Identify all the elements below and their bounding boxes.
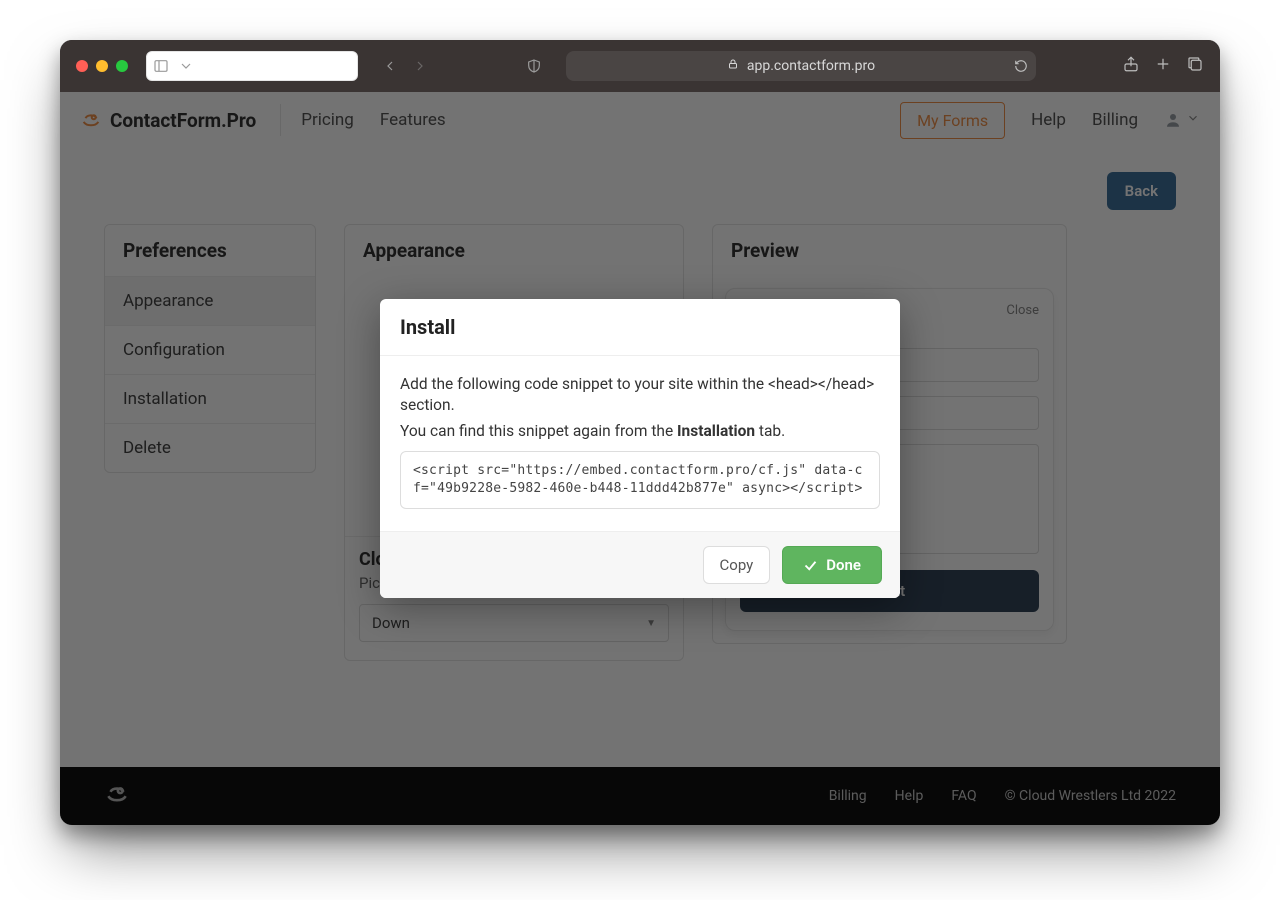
toolbar-dropdown-button[interactable] [177, 52, 195, 80]
lock-icon [727, 58, 739, 74]
share-icon[interactable] [1122, 55, 1140, 77]
new-tab-icon[interactable] [1154, 55, 1172, 77]
tabs-icon[interactable] [1186, 55, 1204, 77]
page-viewport: ContactForm.Pro Pricing Features My Form… [60, 92, 1220, 825]
privacy-shield-icon[interactable] [520, 52, 548, 80]
modal-instruction-1: Add the following code snippet to your s… [400, 374, 880, 417]
done-label: Done [826, 556, 861, 574]
copy-button[interactable]: Copy [703, 546, 771, 584]
modal-title: Install [380, 299, 900, 356]
close-window-button[interactable] [76, 60, 88, 72]
check-icon [803, 558, 818, 573]
minimize-window-button[interactable] [96, 60, 108, 72]
fullscreen-window-button[interactable] [116, 60, 128, 72]
window-controls [76, 60, 128, 72]
sidebar-toggle-button[interactable] [147, 52, 175, 80]
browser-toolbar: app.contactform.pro [60, 40, 1220, 92]
code-snippet[interactable]: <script src="https://embed.contactform.p… [400, 451, 880, 509]
reload-icon[interactable] [1014, 59, 1028, 73]
address-bar[interactable]: app.contactform.pro [566, 51, 1036, 81]
nav-back-button[interactable] [376, 52, 404, 80]
url-text: app.contactform.pro [747, 58, 875, 74]
browser-window: app.contactform.pro [60, 40, 1220, 825]
nav-forward-button[interactable] [406, 52, 434, 80]
modal-instruction-2: You can find this snippet again from the… [400, 421, 880, 443]
install-modal: Install Add the following code snippet t… [380, 299, 900, 598]
done-button[interactable]: Done [782, 546, 882, 584]
modal-overlay[interactable]: Install Add the following code snippet t… [60, 92, 1220, 825]
